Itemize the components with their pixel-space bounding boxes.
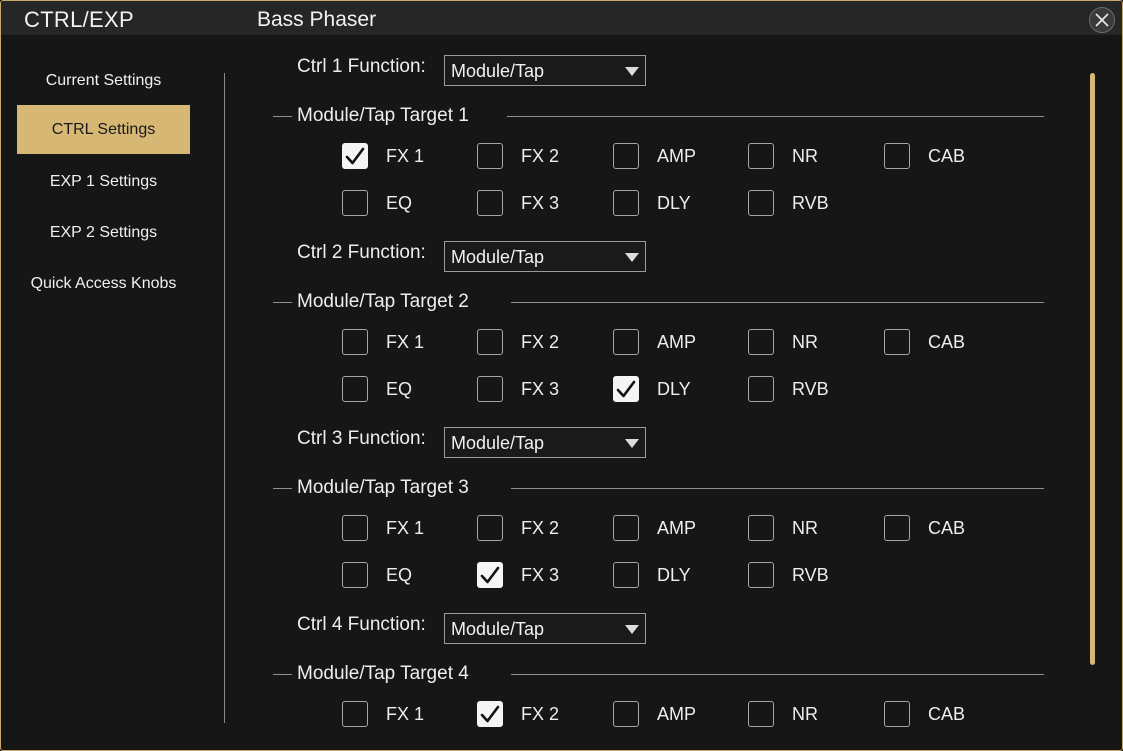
target1-checkbox[interactable] bbox=[884, 143, 910, 169]
target2-checkbox-label: FX 3 bbox=[521, 379, 560, 399]
target4-checkbox[interactable] bbox=[884, 701, 910, 727]
target1-checkbox-label: EQ bbox=[386, 193, 413, 213]
target2-checkbox-label: FX 2 bbox=[521, 332, 560, 352]
target2-checkbox[interactable] bbox=[342, 329, 368, 355]
group-divider bbox=[273, 302, 292, 303]
target1-checkbox-label: FX 2 bbox=[521, 146, 560, 166]
target3-checkbox-label: EQ bbox=[386, 565, 413, 585]
target1-checkbox[interactable] bbox=[477, 190, 503, 216]
ctrl1-function-select[interactable]: Module/Tap bbox=[444, 55, 646, 86]
target2-checkbox[interactable] bbox=[748, 329, 774, 355]
ctrl2-function-value: Module/Tap bbox=[451, 247, 545, 267]
target1-checkbox[interactable] bbox=[748, 143, 774, 169]
target3-checkbox-label: DLY bbox=[657, 565, 691, 585]
ctrl3-function-label: Ctrl 3 Function: bbox=[297, 428, 426, 449]
target2-group-title: Module/Tap Target 2 bbox=[297, 291, 469, 312]
target2-checkbox[interactable] bbox=[613, 376, 639, 402]
target1-checkbox[interactable] bbox=[613, 143, 639, 169]
target1-checkbox-label: AMP bbox=[657, 146, 697, 166]
group-divider bbox=[511, 302, 1044, 303]
target2-checkbox[interactable] bbox=[342, 376, 368, 402]
target3-checkbox-label: NR bbox=[792, 518, 818, 538]
target3-checkbox-label: FX 2 bbox=[521, 518, 560, 538]
target4-checkbox-label: AMP bbox=[657, 704, 697, 724]
target3-checkbox[interactable] bbox=[342, 515, 368, 541]
chevron-down-icon bbox=[625, 625, 639, 634]
checkmark-icon bbox=[616, 380, 636, 398]
ctrl3-function-select[interactable]: Module/Tap bbox=[444, 427, 646, 458]
target4-checkbox[interactable] bbox=[613, 701, 639, 727]
ctrl1-function-label: Ctrl 1 Function: bbox=[297, 56, 426, 77]
group-divider bbox=[273, 488, 292, 489]
target3-checkbox-label: CAB bbox=[928, 518, 966, 538]
target4-checkbox[interactable] bbox=[342, 701, 368, 727]
checkmark-icon bbox=[480, 566, 500, 584]
chevron-down-icon bbox=[625, 67, 639, 76]
group-divider bbox=[507, 116, 1044, 117]
target2-checkbox[interactable] bbox=[613, 329, 639, 355]
target3-checkbox[interactable] bbox=[477, 562, 503, 588]
group-divider bbox=[273, 116, 292, 117]
target3-group-title: Module/Tap Target 3 bbox=[297, 477, 469, 498]
chevron-down-icon bbox=[625, 439, 639, 448]
ctrl2-function-select[interactable]: Module/Tap bbox=[444, 241, 646, 272]
target4-checkbox-label: FX 2 bbox=[521, 704, 560, 724]
target1-checkbox[interactable] bbox=[342, 143, 368, 169]
target2-checkbox-label: AMP bbox=[657, 332, 697, 352]
target4-checkbox-label: NR bbox=[792, 704, 818, 724]
target3-checkbox[interactable] bbox=[748, 515, 774, 541]
scrollbar-thumb[interactable] bbox=[1090, 73, 1095, 665]
ctrl4-function-label: Ctrl 4 Function: bbox=[297, 614, 426, 635]
ctrl4-function-select[interactable]: Module/Tap bbox=[444, 613, 646, 644]
target1-checkbox[interactable] bbox=[748, 190, 774, 216]
target3-checkbox[interactable] bbox=[477, 515, 503, 541]
target1-checkbox-label: FX 1 bbox=[386, 146, 425, 166]
ctrl1-function-value: Module/Tap bbox=[451, 61, 545, 81]
target2-checkbox[interactable] bbox=[748, 376, 774, 402]
target3-checkbox[interactable] bbox=[748, 562, 774, 588]
target4-checkbox[interactable] bbox=[748, 701, 774, 727]
target3-checkbox-label: FX 1 bbox=[386, 518, 425, 538]
target3-checkbox-label: RVB bbox=[792, 565, 829, 585]
target1-checkbox[interactable] bbox=[613, 190, 639, 216]
target2-checkbox[interactable] bbox=[884, 329, 910, 355]
target4-checkbox[interactable] bbox=[477, 701, 503, 727]
target2-checkbox-label: EQ bbox=[386, 379, 413, 399]
checkmark-icon bbox=[480, 705, 500, 723]
target2-checkbox-label: NR bbox=[792, 332, 818, 352]
target1-group-title: Module/Tap Target 1 bbox=[297, 105, 469, 126]
target3-checkbox-label: AMP bbox=[657, 518, 697, 538]
target2-checkbox-label: RVB bbox=[792, 379, 829, 399]
ctrl-settings-panel: Ctrl 1 Function: Module/Tap Module/Tap T… bbox=[1, 1, 1122, 750]
target3-checkbox[interactable] bbox=[884, 515, 910, 541]
target1-checkbox-label: RVB bbox=[792, 193, 829, 213]
target4-checkbox-label: CAB bbox=[928, 704, 966, 724]
target4-group-title: Module/Tap Target 4 bbox=[297, 663, 469, 684]
target1-checkbox[interactable] bbox=[477, 143, 503, 169]
checkmark-icon bbox=[345, 147, 365, 165]
target3-checkbox-label: FX 3 bbox=[521, 565, 560, 585]
target2-checkbox-label: DLY bbox=[657, 379, 691, 399]
target1-checkbox-label: NR bbox=[792, 146, 818, 166]
target4-checkbox-label: FX 1 bbox=[386, 704, 425, 724]
target3-checkbox[interactable] bbox=[342, 562, 368, 588]
ctrl2-function-label: Ctrl 2 Function: bbox=[297, 242, 426, 263]
group-divider bbox=[511, 488, 1044, 489]
target2-checkbox[interactable] bbox=[477, 329, 503, 355]
target3-checkbox[interactable] bbox=[613, 562, 639, 588]
target1-checkbox-label: DLY bbox=[657, 193, 691, 213]
target2-checkbox-label: CAB bbox=[928, 332, 966, 352]
chevron-down-icon bbox=[625, 253, 639, 262]
target3-checkbox[interactable] bbox=[613, 515, 639, 541]
target1-checkbox-label: FX 3 bbox=[521, 193, 560, 213]
group-divider bbox=[273, 674, 292, 675]
target2-checkbox[interactable] bbox=[477, 376, 503, 402]
ctrl3-function-value: Module/Tap bbox=[451, 433, 545, 453]
group-divider bbox=[511, 674, 1044, 675]
ctrl4-function-value: Module/Tap bbox=[451, 619, 545, 639]
target1-checkbox[interactable] bbox=[342, 190, 368, 216]
ctrl-exp-window: CTRL/EXP Bass Phaser Current Settings CT… bbox=[0, 0, 1123, 751]
target2-checkbox-label: FX 1 bbox=[386, 332, 425, 352]
target1-checkbox-label: CAB bbox=[928, 146, 966, 166]
